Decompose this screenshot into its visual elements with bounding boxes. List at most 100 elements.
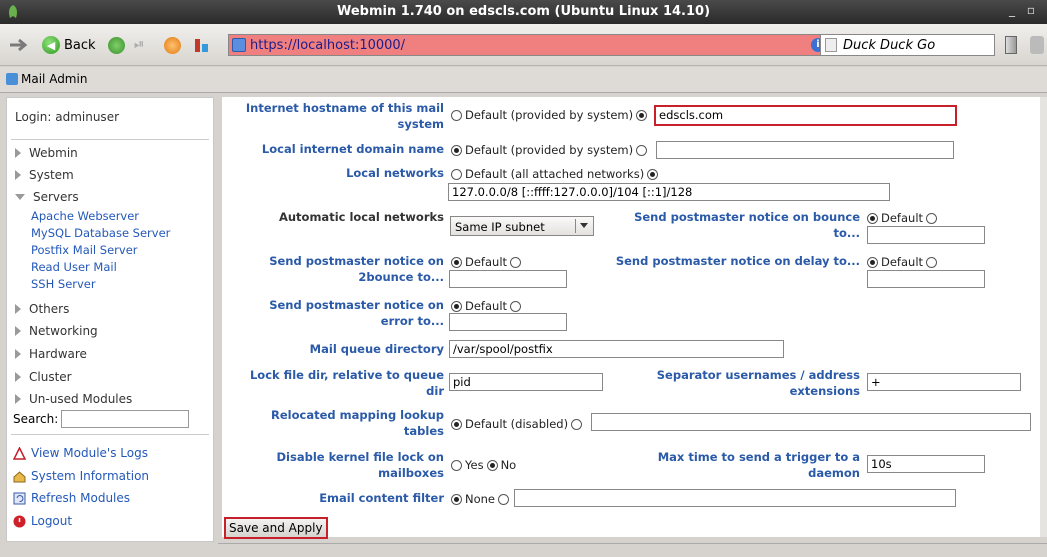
domain-custom-radio[interactable] — [636, 144, 648, 156]
sidebar-item-servers[interactable]: Servers — [15, 190, 79, 204]
kernel-lock-yes-radio[interactable] — [451, 459, 462, 471]
bounce2-custom-radio[interactable] — [510, 256, 522, 268]
bottom-strip — [218, 543, 1047, 557]
sidebar-item-label: Cluster — [29, 370, 72, 384]
browser-toolbar: ◀ Back ⏯ https://localhost:10000/ i Duck… — [0, 24, 1047, 66]
bounce-default-radio[interactable] — [867, 212, 878, 224]
window-title: Webmin 1.740 on edscls.com (Ubuntu Linux… — [336, 4, 711, 19]
sidebar-item-networking[interactable]: Networking — [15, 324, 98, 338]
delay-default-radio[interactable] — [867, 256, 878, 268]
bounce2-default-radio[interactable] — [451, 256, 462, 268]
search-engine-box[interactable]: Duck Duck Go — [820, 34, 995, 56]
sidebar-item-hardware[interactable]: Hardware — [15, 347, 87, 361]
stop-icon[interactable]: ⏯ — [134, 37, 146, 53]
hostname-label: Internet hostname of this mail system — [245, 101, 444, 131]
sidebar-item-label: Webmin — [29, 146, 78, 160]
system-information-link[interactable]: System Information — [13, 469, 149, 483]
bounce-input[interactable] — [867, 226, 985, 244]
lock-dir-input[interactable]: pid — [449, 373, 603, 391]
vertical-scrollbar[interactable] — [1040, 97, 1047, 537]
networks-default-option[interactable]: Default (all attached networks) — [451, 167, 659, 181]
sidebar-item-cluster[interactable]: Cluster — [15, 370, 72, 384]
back-arrow-icon: ◀ — [42, 36, 60, 54]
url-bar[interactable]: https://localhost:10000/ i — [228, 34, 830, 56]
filter-none-option[interactable]: None — [451, 492, 510, 506]
relocated-custom-radio[interactable] — [571, 418, 583, 430]
sidebar-item-unused-modules[interactable]: Un-used Modules — [15, 392, 132, 406]
networks-input[interactable]: 127.0.0.0/8 [::ffff:127.0.0.0]/104 [::1]… — [448, 183, 890, 201]
domain-input[interactable] — [656, 141, 954, 159]
domain-default-radio[interactable] — [451, 144, 462, 156]
hostname-default-radio[interactable] — [451, 109, 462, 121]
kernel-lock-label: Disable kernel file lock on mailboxes — [276, 450, 444, 480]
separator-label: Separator usernames / address extensions — [656, 368, 860, 398]
expand-icon — [15, 170, 21, 180]
sidebar-divider — [11, 434, 209, 435]
sidebar-divider — [11, 139, 209, 140]
sidebar-link-mysql[interactable]: MySQL Database Server — [31, 226, 170, 240]
delay-default-option[interactable]: Default — [867, 255, 938, 269]
forward-button-icon[interactable] — [108, 37, 125, 54]
sidebar-link-ssh[interactable]: SSH Server — [31, 277, 96, 291]
networks-default-radio[interactable] — [451, 168, 462, 180]
queue-dir-input[interactable]: /var/spool/postfix — [449, 340, 784, 358]
view-logs-link[interactable]: View Module's Logs — [13, 446, 148, 460]
bookmark-icon[interactable] — [193, 36, 211, 54]
sidebar-item-system[interactable]: System — [15, 168, 74, 182]
hostname-default-option[interactable]: Default (provided by system) — [451, 108, 648, 122]
hostname-custom-radio[interactable] — [636, 109, 648, 121]
separator-input[interactable]: + — [867, 373, 1021, 391]
error-default-option[interactable]: Default — [451, 299, 522, 313]
forward-arrow-icon[interactable] — [8, 38, 30, 52]
hostname-input[interactable]: edscls.com — [654, 105, 957, 126]
sidebar-link-read-user-mail[interactable]: Read User Mail — [31, 260, 117, 274]
back-label: Back — [64, 37, 96, 53]
refresh-modules-link[interactable]: Refresh Modules — [13, 491, 130, 505]
menu-icon[interactable] — [1030, 36, 1044, 54]
domain-default-option[interactable]: Default (provided by system) — [451, 143, 648, 157]
sidebar-link-apache[interactable]: Apache Webserver — [31, 209, 139, 223]
kernel-lock-option: Yes No — [451, 458, 516, 472]
sidebar-link-postfix[interactable]: Postfix Mail Server — [31, 243, 138, 257]
sidebar-item-others[interactable]: Others — [15, 302, 69, 316]
error-default-radio[interactable] — [451, 300, 462, 312]
trigger-label: Max time to send a trigger to a daemon — [657, 450, 860, 480]
site-identity-icon[interactable] — [232, 38, 246, 52]
power-icon — [13, 515, 26, 527]
sidebar-item-webmin[interactable]: Webmin — [15, 146, 78, 160]
kernel-lock-no-radio[interactable] — [486, 459, 498, 471]
networks-label: Local networks — [346, 166, 444, 180]
filter-input[interactable] — [514, 489, 956, 507]
trash-icon[interactable] — [1005, 36, 1017, 54]
networks-custom-radio[interactable] — [647, 168, 659, 180]
filter-custom-radio[interactable] — [498, 493, 510, 505]
tab-mail-admin[interactable]: Mail Admin — [6, 72, 87, 86]
bounce-default-option[interactable]: Default — [867, 211, 938, 225]
back-button[interactable]: ◀ Back — [42, 35, 96, 55]
trigger-input[interactable]: 10s — [867, 455, 985, 473]
relocated-default-option[interactable]: Default (disabled) — [451, 417, 583, 431]
delay-input[interactable] — [867, 270, 985, 288]
sidebar-search-input[interactable] — [61, 410, 190, 428]
bounce-custom-radio[interactable] — [926, 212, 938, 224]
bounce2-input[interactable] — [449, 270, 567, 288]
home-button-icon[interactable] — [164, 37, 181, 54]
logout-link[interactable]: Logout — [13, 514, 72, 528]
error-custom-radio[interactable] — [510, 300, 522, 312]
postfix-general-options-form: Internet hostname of this mail system Def… — [222, 97, 1044, 537]
relocated-input[interactable] — [591, 413, 1031, 431]
lock-dir-label: Lock file dir, relative to queue dir — [249, 368, 444, 398]
bounce2-default-option[interactable]: Default — [451, 255, 522, 269]
auto-networks-select[interactable]: Same IP subnet — [450, 216, 594, 236]
tab-mail-admin-label: Mail Admin — [21, 72, 88, 86]
url-text: https://localhost:10000/ — [250, 38, 406, 53]
error-input[interactable] — [449, 313, 567, 331]
window-controls[interactable]: _ ▫ — [1009, 3, 1039, 17]
home-icon — [13, 470, 26, 482]
window-titlebar: Webmin 1.740 on edscls.com (Ubuntu Linux… — [0, 0, 1047, 24]
delay-custom-radio[interactable] — [926, 256, 938, 268]
save-and-apply-button[interactable]: Save and Apply — [224, 517, 328, 539]
filter-none-radio[interactable] — [451, 493, 462, 505]
relocated-default-radio[interactable] — [451, 418, 462, 430]
bounce2-label: Send postmaster notice on 2bounce to... — [269, 254, 444, 284]
